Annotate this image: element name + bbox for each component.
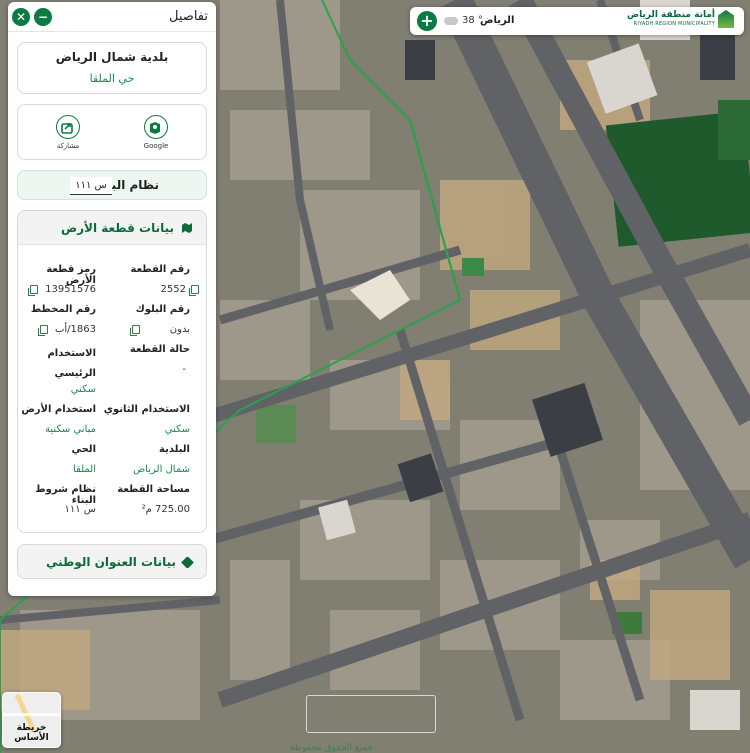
municipality-title: بلدية شمال الرياض	[55, 50, 169, 64]
field-value-plot-area: 725.00 م²	[141, 504, 190, 515]
plot-data-title: بيانات قطعة الأرض	[60, 221, 174, 235]
field-value-plot-code: 13951576	[45, 284, 96, 295]
field-value-plan-number: 1863/أب	[54, 324, 96, 335]
copy-icon[interactable]	[188, 285, 199, 296]
field-value-land-use: مباني سكنية	[44, 424, 96, 435]
panel-title: تفاصيل	[169, 9, 208, 24]
copy-icon[interactable]	[27, 285, 38, 296]
municipality-logo: أمانة منطقة الرياض RIYADH REGION MUNICIP…	[627, 10, 734, 28]
logo-mark-icon	[718, 10, 734, 28]
logo-text-ar: أمانة منطقة الرياض	[626, 10, 715, 20]
building-system-value[interactable]: س ١١١	[70, 177, 112, 195]
municipality-card: بلدية شمال الرياض حي الملقا	[17, 42, 207, 94]
field-key-land-use: استخدام الأرض	[21, 404, 96, 415]
field-key-block-number: رقم البلوك	[135, 304, 190, 315]
top-bar: + 38 ° الرياض أمانة منطقة الرياض RIYADH …	[410, 7, 744, 35]
field-value-plot-number: 2552	[160, 284, 186, 295]
copyright-text: جميع الحقوق محفوظة	[290, 743, 374, 753]
plus-icon[interactable]: +	[417, 11, 437, 31]
share-label: مشاركة	[56, 142, 80, 150]
field-key-plot-status: حالة القطعة	[129, 344, 190, 355]
plot-data-header[interactable]: بيانات قطعة الأرض	[18, 211, 206, 245]
map-icon	[182, 223, 192, 233]
field-value-plot-status: -	[182, 364, 186, 375]
details-panel: تفاصيل ✕ − بلدية شمال الرياض حي الملقا G…	[8, 2, 216, 596]
location-pin-icon	[181, 556, 194, 569]
field-key-building-conditions: نظام شروط البناء	[35, 484, 96, 506]
district-name[interactable]: حي الملقا	[18, 72, 206, 85]
google-button[interactable]: Google	[126, 115, 186, 150]
field-value-building-conditions: س ١١١	[64, 504, 96, 515]
field-key-plot-code: رمز قطعة الأرض	[46, 264, 96, 286]
building-system-card: نظام البناء س ١١١	[17, 170, 207, 200]
map-pin-icon	[144, 115, 168, 139]
city-name: الرياض	[480, 15, 515, 26]
minus-icon[interactable]: −	[34, 8, 52, 26]
copy-icon[interactable]	[129, 325, 140, 336]
field-key-district: الحي	[71, 444, 96, 455]
field-key-secondary-use: الاستخدام الثانوي	[103, 404, 190, 415]
share-icon	[56, 115, 80, 139]
field-key-plot-number: رقم القطعة	[130, 264, 190, 275]
field-value-block-number: بدون	[169, 324, 190, 335]
field-key-plot-area: مساحة القطعة	[117, 484, 190, 495]
field-key-plan-number: رقم المخطط	[30, 304, 96, 315]
field-value-secondary-use: سكني	[164, 424, 190, 435]
cloud-icon	[444, 16, 458, 25]
field-value-district: الملقا	[72, 464, 96, 475]
national-address-title: بيانات العنوان الوطني	[46, 555, 176, 569]
scale-bar	[306, 695, 436, 733]
weather-widget: 38 °	[444, 15, 483, 26]
logo-text-en: RIYADH REGION MUNICIPALITY	[633, 21, 715, 27]
basemap-toggle[interactable]: خريطة الأساس	[2, 692, 61, 748]
panel-header: تفاصيل ✕ −	[8, 2, 216, 32]
google-label: Google	[143, 142, 169, 150]
field-key-main-use: الاستخدام الرئيسي	[47, 348, 96, 379]
plot-data-card: بيانات قطعة الأرض رقم القطعة 2552 رمز قط…	[17, 210, 207, 533]
copy-icon[interactable]	[37, 325, 48, 336]
national-address-card[interactable]: بيانات العنوان الوطني	[17, 544, 207, 579]
field-key-municipality: البلدية	[159, 444, 190, 455]
basemap-label: خريطة الأساس	[14, 723, 49, 743]
field-value-main-use: سكني	[70, 384, 96, 395]
field-value-municipality: شمال الرياض	[133, 464, 190, 475]
close-icon[interactable]: ✕	[12, 8, 30, 26]
actions-card: Google مشاركة	[17, 104, 207, 160]
basemap-thumbnail-road	[3, 713, 60, 716]
share-button[interactable]: مشاركة	[38, 115, 98, 150]
